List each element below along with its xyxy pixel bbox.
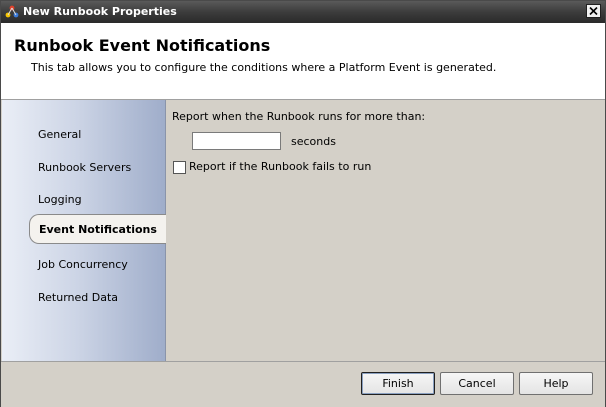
seconds-input[interactable]: [192, 132, 281, 150]
close-icon: [589, 7, 598, 15]
sidebar-item-runbook-servers[interactable]: Runbook Servers: [38, 161, 131, 174]
properties-dialog: New Runbook Properties Runbook Event Not…: [0, 0, 606, 407]
help-button[interactable]: Help: [519, 372, 593, 395]
sidebar-item-logging[interactable]: Logging: [38, 193, 82, 206]
sidebar-item-label: Event Notifications: [39, 223, 157, 236]
sidebar-item-general[interactable]: General: [38, 128, 81, 141]
page-description: This tab allows you to configure the con…: [31, 61, 497, 74]
close-button[interactable]: [586, 4, 601, 18]
sidebar-item-job-concurrency[interactable]: Job Concurrency: [38, 258, 128, 271]
cancel-button[interactable]: Cancel: [440, 372, 514, 395]
runbook-app-icon: [5, 5, 19, 19]
sidebar-nav: General Runbook Servers Logging Event No…: [2, 100, 166, 361]
page-header: Runbook Event Notifications This tab all…: [1, 23, 605, 100]
seconds-label: seconds: [291, 135, 336, 148]
report-fail-checkbox[interactable]: [173, 161, 186, 174]
title-bar[interactable]: New Runbook Properties: [1, 1, 605, 23]
page-title: Runbook Event Notifications: [14, 36, 271, 55]
finish-button[interactable]: Finish: [361, 372, 435, 395]
report-duration-label: Report when the Runbook runs for more th…: [172, 110, 426, 123]
sidebar-item-event-notifications[interactable]: Event Notifications: [29, 214, 166, 244]
sidebar-item-returned-data[interactable]: Returned Data: [38, 291, 118, 304]
content-panel: Report when the Runbook runs for more th…: [166, 100, 605, 361]
report-fail-label[interactable]: Report if the Runbook fails to run: [189, 160, 371, 173]
dialog-footer: Finish Cancel Help: [1, 361, 605, 407]
window-title: New Runbook Properties: [23, 5, 177, 18]
